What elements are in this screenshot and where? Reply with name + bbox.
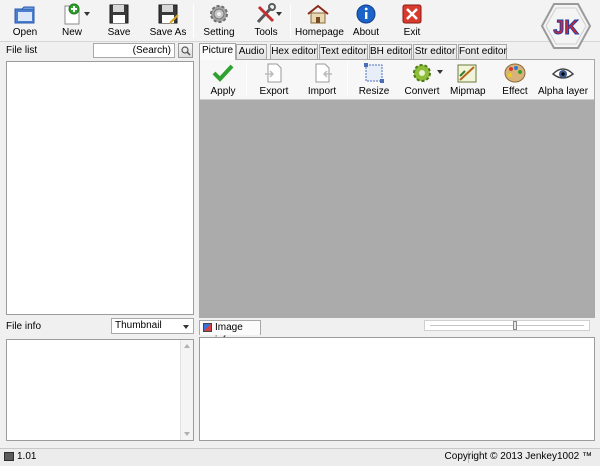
tools-label: Tools <box>254 27 278 38</box>
house-icon <box>307 4 329 24</box>
mipmap-button[interactable]: Mipmap <box>450 61 486 99</box>
import-label: Import <box>307 86 337 97</box>
mipmap-icon <box>457 64 477 83</box>
exit-button[interactable]: Exit <box>397 2 427 40</box>
tab-bh-editor[interactable]: BH editor <box>369 44 412 59</box>
resize-button[interactable]: Resize <box>356 61 392 99</box>
about-label: About <box>352 27 380 38</box>
picture-toolbar: Apply Export Import Resize Convert Mipma… <box>200 60 594 100</box>
effect-button[interactable]: Effect <box>498 61 532 99</box>
search-input[interactable]: (Search) <box>93 43 175 58</box>
floppy-disk-icon <box>109 4 129 24</box>
picture-toolbar-separator <box>347 62 348 96</box>
floppy-disk-pen-icon <box>158 4 179 24</box>
exit-label: Exit <box>403 27 421 38</box>
save-label: Save <box>107 27 131 38</box>
resize-icon <box>364 63 384 83</box>
convert-gear-icon <box>413 64 431 82</box>
main-toolbar: Open New Save Save As Setting Tools Home… <box>0 0 600 49</box>
alpha-layer-label: Alpha layer <box>538 86 589 97</box>
folder-open-icon <box>14 6 35 24</box>
zoom-slider-thumb[interactable] <box>512 321 517 330</box>
convert-dropdown-arrow[interactable] <box>437 70 443 74</box>
file-info-box <box>6 339 194 441</box>
setting-label: Setting <box>203 27 235 38</box>
zoom-slider-track[interactable] <box>430 325 584 327</box>
save-as-button[interactable]: Save As <box>148 2 188 40</box>
tab-str-editor[interactable]: Str editor <box>413 44 457 59</box>
toolbar-separator <box>290 4 291 38</box>
gear-icon <box>210 5 228 23</box>
save-button[interactable]: Save <box>102 2 136 40</box>
alpha-layer-button[interactable]: Alpha layer <box>538 61 588 99</box>
about-button[interactable]: About <box>350 2 382 40</box>
new-button[interactable]: New <box>56 2 90 40</box>
file-list[interactable] <box>6 61 194 315</box>
wrench-screwdriver-icon <box>256 3 276 24</box>
copyright-label: Copyright © 2013 Jenkey1002 ™ <box>444 451 592 462</box>
tab-picture[interactable]: Picture <box>199 43 236 60</box>
chevron-down-icon <box>183 325 189 329</box>
tools-dropdown-arrow[interactable] <box>276 12 282 16</box>
document-import-icon <box>315 63 332 83</box>
search-button[interactable] <box>178 43 193 58</box>
scroll-up-arrow[interactable] <box>184 344 190 348</box>
logo-text: JK <box>553 17 579 39</box>
editor-tab-bar: Picture Audio Hex editor Text editor BH … <box>199 43 595 60</box>
new-file-icon <box>64 3 80 25</box>
convert-button[interactable]: Convert <box>400 61 444 99</box>
image-info-box <box>199 337 595 441</box>
mipmap-label: Mipmap <box>450 86 486 97</box>
save-as-label: Save As <box>149 27 187 38</box>
effect-label: Effect <box>502 86 528 97</box>
export-button[interactable]: Export <box>255 61 293 99</box>
apply-button[interactable]: Apply <box>206 61 240 99</box>
homepage-button[interactable]: Homepage <box>295 2 344 40</box>
view-mode-value: Thumbnail <box>115 320 162 331</box>
homepage-label: Homepage <box>295 27 344 38</box>
tab-font-editor[interactable]: Font editor <box>458 44 507 59</box>
image-canvas[interactable] <box>200 100 594 318</box>
file-info-label: File info <box>6 321 42 332</box>
file-info-scrollbar[interactable] <box>180 340 193 440</box>
picture-toolbar-separator <box>246 62 247 96</box>
setting-button[interactable]: Setting <box>200 2 238 40</box>
open-label: Open <box>12 27 38 38</box>
info-icon <box>356 4 376 24</box>
status-icon <box>4 452 14 461</box>
toolbar-separator <box>193 4 194 38</box>
new-label: New <box>61 27 82 38</box>
magnifier-icon <box>181 46 191 56</box>
open-button[interactable]: Open <box>6 2 44 40</box>
import-button[interactable]: Import <box>303 61 341 99</box>
tools-button[interactable]: Tools <box>248 2 284 40</box>
view-mode-select[interactable]: Thumbnail <box>111 318 194 334</box>
palette-icon <box>504 63 526 83</box>
tab-hex-editor[interactable]: Hex editor <box>270 44 318 59</box>
apply-label: Apply <box>210 86 236 97</box>
new-dropdown-arrow[interactable] <box>84 12 90 16</box>
eye-icon <box>551 68 575 79</box>
resize-label: Resize <box>358 86 390 97</box>
scroll-down-arrow[interactable] <box>184 432 190 436</box>
export-label: Export <box>259 86 289 97</box>
checkmark-icon <box>212 64 234 82</box>
tab-audio[interactable]: Audio <box>236 44 267 59</box>
exit-cross-icon <box>402 4 422 24</box>
image-info-icon <box>203 323 212 332</box>
file-list-label: File list <box>6 45 38 56</box>
version-label: 1.01 <box>17 451 37 462</box>
tab-text-editor[interactable]: Text editor <box>319 44 368 59</box>
document-export-icon <box>265 63 282 83</box>
convert-label: Convert <box>404 86 440 97</box>
